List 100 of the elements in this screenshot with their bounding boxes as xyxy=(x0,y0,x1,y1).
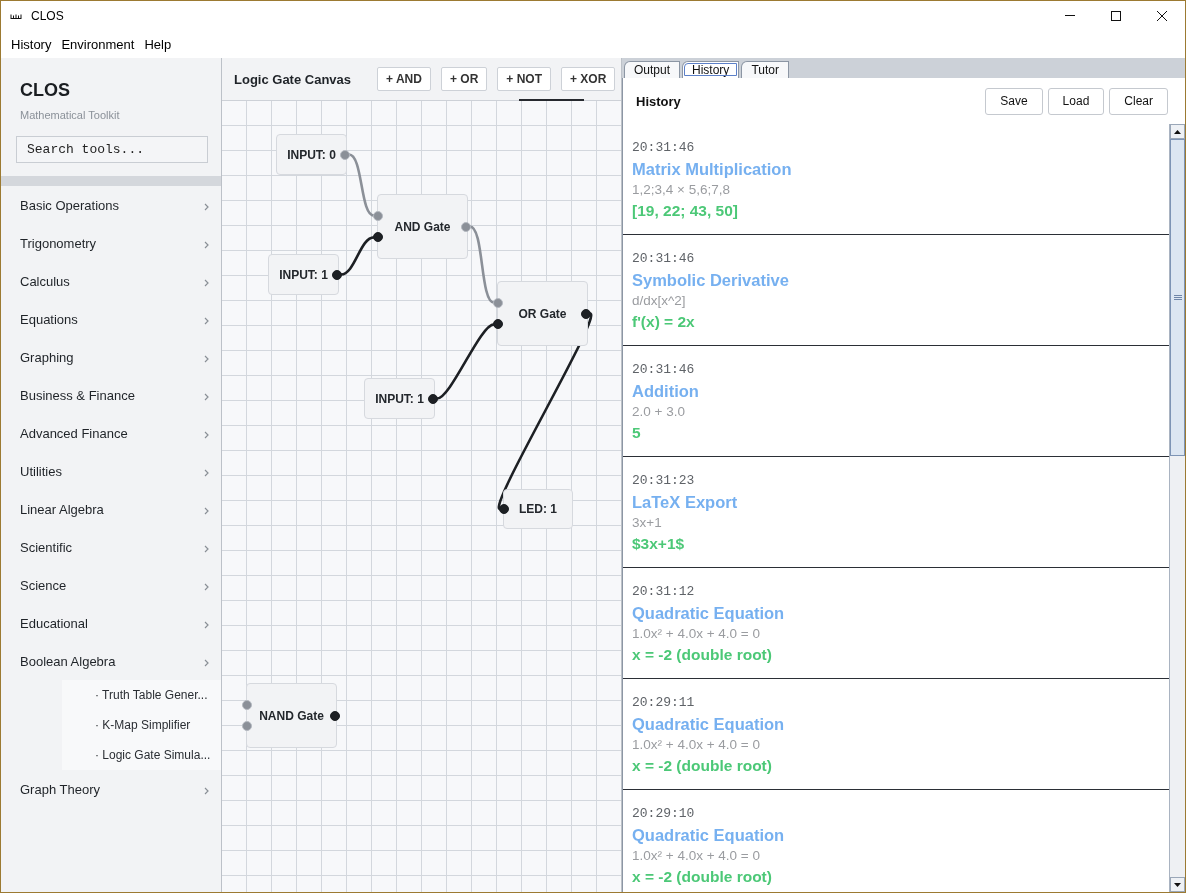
chevron-right-icon xyxy=(204,468,209,477)
scrollbar-track[interactable] xyxy=(1169,124,1185,892)
chevron-right-icon xyxy=(204,392,209,401)
submenu-item[interactable]: · Logic Gate Simula... xyxy=(62,740,221,770)
sidebar-item[interactable]: Science xyxy=(1,566,221,604)
app-title: CLOS xyxy=(20,79,70,102)
chevron-right-icon xyxy=(204,582,209,591)
sidebar-item[interactable]: Basic Operations xyxy=(1,186,221,224)
scrollbar-thumb[interactable] xyxy=(1170,139,1185,456)
operation-title: Quadratic Equation xyxy=(632,714,785,734)
operation-title: Quadratic Equation xyxy=(632,825,785,845)
chevron-right-icon xyxy=(204,354,209,363)
sidebar-item[interactable]: Business & Finance xyxy=(1,376,221,414)
operation-result: x = -2 (double root) xyxy=(632,867,772,887)
led-node[interactable]: LED: 1 xyxy=(503,489,573,529)
operation-result: x = -2 (double root) xyxy=(632,756,772,776)
history-action-button[interactable]: Save xyxy=(985,87,1043,115)
port-dot-icon[interactable] xyxy=(340,149,350,160)
operation-expression: 1.0x² + 4.0x + 4.0 = 0 xyxy=(632,736,760,754)
input-node[interactable]: INPUT: 0 xyxy=(276,134,347,175)
port-dot-icon[interactable] xyxy=(242,721,252,732)
operation-result: x = -2 (double root) xyxy=(632,645,772,665)
toolbar-scroll-thumb[interactable] xyxy=(519,99,584,101)
operation-expression: 1.0x² + 4.0x + 4.0 = 0 xyxy=(632,625,760,643)
sidebar-item[interactable]: Trigonometry xyxy=(1,224,221,262)
window-title: CLOS xyxy=(31,8,64,23)
sidebar-item[interactable]: Scientific xyxy=(1,528,221,566)
port-dot-icon[interactable] xyxy=(461,221,471,232)
port-dot-icon[interactable] xyxy=(332,269,342,280)
chevron-right-icon xyxy=(204,544,209,553)
sidebar-item[interactable]: Graphing xyxy=(1,338,221,376)
port-dot-icon[interactable] xyxy=(330,710,340,721)
port-dot-icon[interactable] xyxy=(493,297,503,308)
chevron-right-icon xyxy=(204,316,209,325)
port-dot-icon[interactable] xyxy=(242,699,252,710)
add-gate-button[interactable]: + AND xyxy=(377,67,431,91)
history-action-button[interactable]: Load xyxy=(1047,87,1105,115)
input-node[interactable]: INPUT: 1 xyxy=(268,254,339,295)
timestamp: 20:31:46 xyxy=(632,251,695,267)
gate-node[interactable]: NAND Gate xyxy=(246,683,337,748)
history-action-button[interactable]: Clear xyxy=(1109,87,1168,115)
port-dot-icon[interactable] xyxy=(373,210,383,221)
chevron-right-icon xyxy=(204,430,209,439)
timestamp: 20:29:10 xyxy=(632,806,695,822)
chevron-right-icon xyxy=(204,786,209,795)
input-node[interactable]: INPUT: 1 xyxy=(364,378,435,419)
port-dot-icon[interactable] xyxy=(493,319,503,330)
scroll-up-button[interactable] xyxy=(1170,124,1185,139)
sidebar-item[interactable]: Utilities xyxy=(1,452,221,490)
tab[interactable]: Tutor xyxy=(741,61,789,78)
menu-item[interactable]: Help xyxy=(139,32,177,56)
chevron-right-icon xyxy=(204,202,209,211)
chevron-right-icon xyxy=(204,240,209,249)
operation-title: LaTeX Export xyxy=(632,492,738,512)
caret-up-icon xyxy=(1174,129,1181,134)
chevron-right-icon xyxy=(204,658,209,667)
close-icon xyxy=(1157,10,1167,21)
operation-result: f'(x) = 2x xyxy=(632,312,695,332)
gate-node[interactable]: AND Gate xyxy=(377,194,468,259)
scroll-down-button[interactable] xyxy=(1170,877,1185,892)
timestamp: 20:31:46 xyxy=(632,140,695,156)
sidebar-item[interactable]: Calculus xyxy=(1,262,221,300)
sidebar-item[interactable]: Linear Algebra xyxy=(1,490,221,528)
maximize-icon xyxy=(1111,10,1121,21)
timestamp: 20:29:11 xyxy=(632,695,695,711)
chevron-right-icon xyxy=(204,620,209,629)
canvas-title: Logic Gate Canvas xyxy=(234,71,352,87)
operation-expression: d/dx[x^2] xyxy=(632,292,686,310)
port-dot-icon[interactable] xyxy=(499,504,509,514)
operation-result: 5 xyxy=(632,423,641,443)
submenu-item[interactable]: · Truth Table Gener... xyxy=(62,680,221,710)
app-icon xyxy=(10,12,22,19)
operation-result: [19, 22; 43, 50] xyxy=(632,201,738,221)
gate-node[interactable]: OR Gate xyxy=(497,281,588,346)
menu-item[interactable]: History xyxy=(6,32,57,56)
operation-expression: 1.0x² + 4.0x + 4.0 = 0 xyxy=(632,847,760,865)
operation-title: Matrix Multiplication xyxy=(632,159,792,179)
sidebar-item[interactable]: Boolean Algebra xyxy=(1,642,221,680)
add-gate-button[interactable]: + NOT xyxy=(497,67,551,91)
tab[interactable]: Output xyxy=(624,61,681,78)
sidebar-item[interactable]: Educational xyxy=(1,604,221,642)
submenu-item[interactable]: · K-Map Simplifier xyxy=(62,710,221,740)
menu-item[interactable]: Environment xyxy=(56,32,140,56)
sidebar-item[interactable]: Equations xyxy=(1,300,221,338)
port-dot-icon[interactable] xyxy=(428,393,438,404)
operation-title: Quadratic Equation xyxy=(632,603,785,623)
sidebar-item[interactable]: Graph Theory xyxy=(1,770,221,808)
chevron-right-icon xyxy=(204,506,209,515)
add-gate-button[interactable]: + OR xyxy=(440,67,488,91)
tab[interactable]: History xyxy=(682,61,740,78)
operation-expression: 1,2;3,4 × 5,6;7,8 xyxy=(632,181,730,199)
operation-result: $3x+1$ xyxy=(632,534,685,554)
search-field[interactable]: Search tools... xyxy=(16,136,208,163)
panel-title: History xyxy=(636,93,681,109)
operation-title: Symbolic Derivative xyxy=(632,270,789,290)
port-dot-icon[interactable] xyxy=(581,308,591,319)
add-gate-button[interactable]: + XOR xyxy=(560,67,616,91)
port-dot-icon[interactable] xyxy=(373,232,383,243)
operation-expression: 2.0 + 3.0 xyxy=(632,403,685,421)
sidebar-item[interactable]: Advanced Finance xyxy=(1,414,221,452)
